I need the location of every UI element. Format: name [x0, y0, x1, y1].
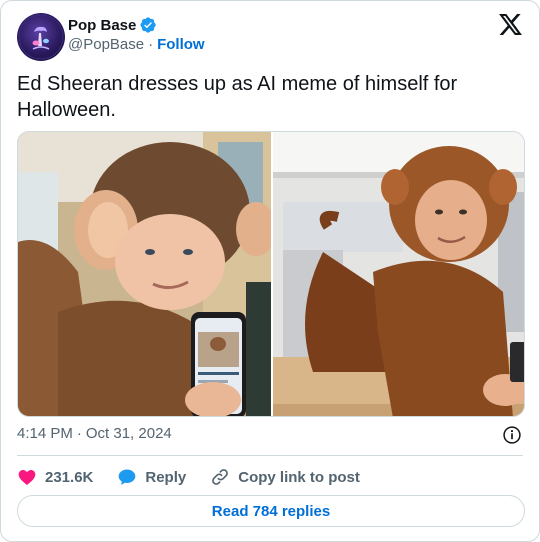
author-display-name[interactable]: Pop Base: [68, 17, 136, 34]
follow-button[interactable]: Follow: [157, 36, 205, 53]
photo-right[interactable]: [273, 132, 524, 416]
avatar[interactable]: [17, 13, 65, 61]
author-name-row: Pop Base: [68, 15, 157, 35]
heart-icon: [18, 470, 36, 485]
handle-separator: ·: [148, 36, 154, 53]
avatar-logo-icon: [18, 14, 64, 60]
like-button[interactable]: 231.6K: [17, 467, 93, 487]
tweet-text: Ed Sheeran dresses up as AI meme of hims…: [17, 73, 458, 121]
tweet-date: Oct 31, 2024: [85, 425, 172, 442]
divider: [17, 455, 523, 456]
reply-button[interactable]: Reply: [117, 467, 186, 487]
author-handle[interactable]: @PopBase: [68, 36, 144, 53]
tweet-timestamp[interactable]: 4:14 PM · Oct 31, 2024: [17, 425, 172, 442]
verified-badge-icon: [140, 17, 157, 33]
copy-link-button[interactable]: Copy link to post: [210, 467, 360, 487]
author-handle-row: @PopBase · Follow: [68, 36, 205, 53]
link-icon: [212, 469, 229, 485]
person-in-monkey-costume-holding-phone-icon: [18, 132, 271, 416]
read-replies-button[interactable]: Read 784 replies: [17, 495, 525, 527]
reply-bubble-icon: [119, 469, 136, 485]
copy-link-label: Copy link to post: [238, 468, 360, 486]
media-grid[interactable]: [17, 131, 525, 417]
person-in-monkey-costume-on-table-icon: [273, 132, 524, 416]
photo-left[interactable]: [18, 132, 271, 416]
tweet-card: Pop Base @PopBase · Follow Ed Sheeran dr…: [0, 0, 540, 542]
like-count: 231.6K: [45, 468, 94, 486]
action-bar: 231.6K Reply Copy link to post: [17, 464, 384, 490]
info-icon[interactable]: [502, 425, 522, 445]
tweet-time: 4:14 PM: [17, 425, 73, 442]
reply-label: Reply: [145, 468, 187, 486]
timestamp-separator: ·: [76, 425, 82, 442]
x-logo-icon[interactable]: [499, 14, 522, 35]
